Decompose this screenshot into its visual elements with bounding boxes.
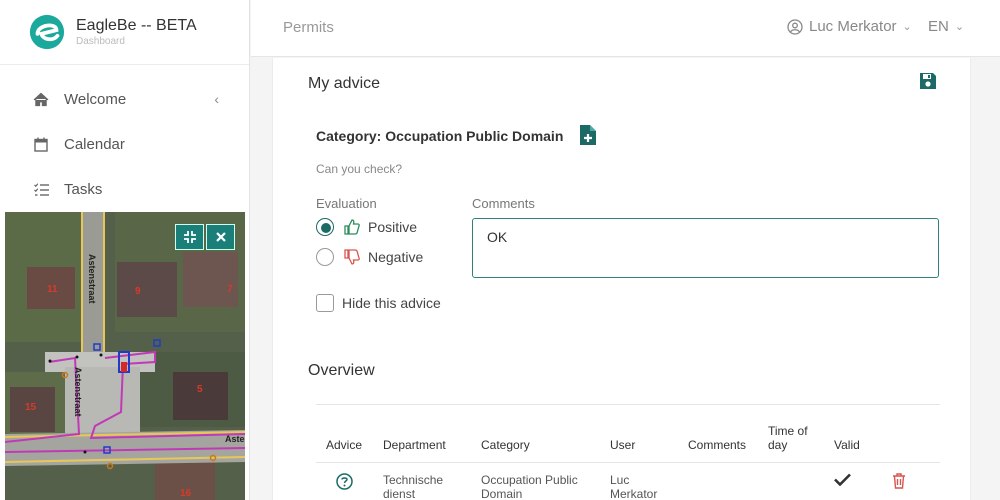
breadcrumb[interactable]: Permits	[283, 19, 334, 36]
hide-advice-checkbox[interactable]	[316, 294, 334, 312]
minimize-map-button[interactable]	[175, 224, 204, 250]
trash-icon[interactable]	[892, 473, 906, 489]
cell-time	[758, 463, 824, 500]
comments-input[interactable]: OK	[472, 218, 939, 278]
cell-category: Occupation Public Domain	[481, 473, 578, 500]
add-document-icon[interactable]	[580, 125, 596, 145]
language-code: EN	[928, 18, 949, 35]
advice-card: My advice Category: Occupation Public Do…	[272, 58, 971, 500]
column-header-department: Department	[373, 404, 471, 463]
brand[interactable]: EagleBe -- BETA Dashboard	[0, 0, 249, 65]
user-menu[interactable]: Luc Merkator ⌄	[787, 18, 912, 35]
map-street-label: Aste	[225, 434, 245, 444]
question-circle-icon[interactable]	[336, 473, 353, 490]
negative-label: Negative	[368, 249, 424, 265]
cell-department: Technische dienst	[383, 473, 444, 500]
user-circle-icon	[787, 18, 803, 35]
user-name: Luc Merkator	[809, 18, 897, 35]
chevron-down-icon: ⌄	[954, 21, 965, 33]
sidebar-item-calendar[interactable]: Calendar	[0, 122, 249, 167]
negative-radio-option[interactable]: Negative	[316, 248, 423, 266]
app-subtitle: Dashboard	[76, 36, 125, 47]
advice-category: Category: Occupation Public Domain	[316, 128, 564, 144]
close-map-button[interactable]	[206, 224, 235, 250]
advice-title: My advice	[308, 75, 381, 92]
cell-actions	[882, 463, 940, 500]
comments-label: Comments	[472, 196, 535, 211]
sidebar-item-welcome[interactable]: Welcome ‹	[0, 77, 249, 122]
map-house	[183, 252, 238, 307]
map-view[interactable]: Astenstraat Astenstraat Aste 11 9 7 5 15…	[5, 212, 245, 500]
cell-comments	[678, 463, 758, 500]
cell-user: Luc Merkator	[610, 473, 658, 500]
close-icon	[215, 232, 226, 242]
evaluation-label: Evaluation	[316, 196, 377, 211]
column-header-category: Category	[471, 404, 600, 463]
sidebar-item-tasks[interactable]: Tasks	[0, 167, 249, 212]
checkmark-icon	[834, 473, 851, 487]
thumbs-up-icon	[344, 219, 360, 235]
cell-advice	[316, 463, 373, 500]
column-header-actions	[882, 404, 940, 463]
language-menu[interactable]: EN ⌄	[928, 18, 964, 35]
sidebar-item-label: Calendar	[64, 136, 125, 153]
map-house-number: 5	[197, 384, 203, 395]
map-house-number: 7	[227, 284, 233, 295]
overview-table: Advice Department Category User Comments…	[316, 404, 940, 500]
sidebar: EagleBe -- BETA Dashboard Welcome ‹ Cale…	[0, 0, 250, 500]
negative-radio[interactable]	[316, 248, 334, 266]
map-house-number: 9	[135, 286, 141, 297]
chevron-down-icon: ⌄	[902, 21, 912, 33]
column-header-user: User	[600, 404, 678, 463]
app-title: EagleBe -- BETA	[76, 17, 197, 34]
map-street-label: Astenstraat	[87, 254, 97, 304]
home-icon	[33, 92, 49, 108]
sidebar-nav: Welcome ‹ Calendar Tasks	[0, 65, 249, 212]
column-header-time: Time of day	[758, 404, 824, 463]
sidebar-item-label: Tasks	[64, 181, 103, 198]
map-house-number: 16	[180, 488, 192, 499]
map-controls	[175, 224, 235, 250]
map-house	[173, 372, 228, 420]
compress-icon	[183, 231, 196, 243]
hide-advice-label: Hide this advice	[342, 295, 441, 311]
chevron-left-icon: ‹	[214, 91, 219, 107]
map-house-number: 11	[47, 284, 58, 295]
advice-question: Can you check?	[316, 162, 403, 176]
save-icon[interactable]	[919, 72, 937, 90]
hide-advice-option[interactable]: Hide this advice	[316, 294, 441, 312]
positive-label: Positive	[368, 219, 418, 235]
column-header-comments: Comments	[678, 404, 758, 463]
overview-title: Overview	[308, 362, 375, 379]
map-street-label: Astenstraat	[73, 367, 83, 417]
map-house-number: 15	[25, 402, 37, 413]
top-bar: Permits Luc Merkator ⌄ EN ⌄	[251, 0, 1000, 57]
table-row: Technische dienst Occupation Public Doma…	[316, 463, 940, 500]
table-header-row: Advice Department Category User Comments…	[316, 404, 940, 463]
cell-valid	[824, 463, 882, 500]
thumbs-down-icon	[344, 249, 360, 265]
sidebar-item-label: Welcome	[64, 91, 127, 108]
positive-radio-option[interactable]: Positive	[316, 218, 417, 236]
map-canvas[interactable]: Astenstraat Astenstraat Aste 11 9 7 5 15…	[5, 212, 245, 500]
positive-radio[interactable]	[316, 218, 334, 236]
calendar-icon	[33, 137, 49, 153]
map-house	[117, 262, 177, 317]
column-header-advice: Advice	[316, 404, 373, 463]
eagle-logo-icon	[29, 14, 65, 50]
column-header-valid: Valid	[824, 404, 882, 463]
tasks-icon	[33, 182, 49, 198]
